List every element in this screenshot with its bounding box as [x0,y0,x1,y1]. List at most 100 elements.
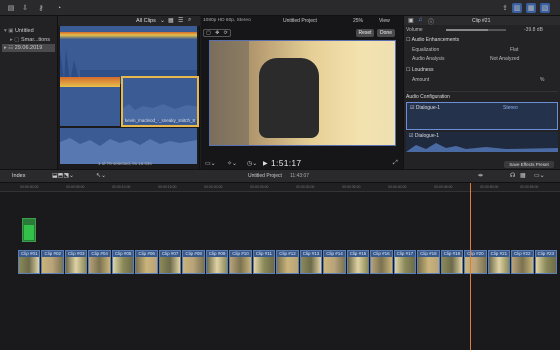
library-toggle-icon[interactable]: ▤ [4,3,18,13]
browser-clip-1[interactable] [60,26,197,84]
timeline-clip-label: Clip #19 [443,251,461,256]
share-icon[interactable]: ⇪ [498,3,512,13]
timeline-clip[interactable]: Clip #23 [534,250,557,274]
timeline-clip[interactable]: Clip #19 [440,250,464,274]
channel-mode-dropdown[interactable]: Stereo [503,105,518,111]
chevron-down-icon[interactable]: ⌄ [160,17,165,24]
channel-config-box[interactable]: ☑ Dialogue-1 Stereo [406,102,558,130]
connected-audio-clip[interactable] [22,218,36,242]
timeline-area[interactable]: Clip #01 Clip #02 Clip #03 Clip #04 Clip #05… [0,183,560,350]
headphones-icon[interactable]: ☊ [510,172,515,179]
equalization-dropdown[interactable]: Flat [510,47,518,53]
connect-clip-icon[interactable]: ⬓⬒⬔⌄ [52,172,74,179]
timeline-clip[interactable]: Clip #18 [417,250,440,274]
viewer-panel: 1080p HD 60p, Stereo Untitled Project 25… [201,16,404,169]
timeline-clip-label: Clip #22 [514,251,531,256]
volume-slider[interactable] [446,29,506,31]
browser-clip-selected[interactable]: kevin_macleod_-_sneaky_snitch_8 [121,76,199,127]
list-view-icon[interactable]: ☰ [178,17,183,24]
timeline-clip[interactable]: Clip #14 [323,250,346,274]
timeline-toggle-icon[interactable]: ▦ [526,3,536,13]
timeline-clip[interactable]: Clip #13 [299,250,323,274]
zoom-dropdown[interactable]: 25% [353,18,363,24]
video-inspector-icon[interactable]: ▣ [408,17,414,24]
timeline-clip-label: Clip #23 [537,251,555,256]
browser-toggle-icon[interactable]: ▥ [512,3,522,13]
timeline-clip[interactable]: Clip #15 [346,250,370,274]
sub-channel-box[interactable]: ☑ Dialogue-1 [406,132,558,152]
index-button[interactable]: Index [12,173,25,179]
timeline-clip[interactable]: Clip #03 [64,250,88,274]
select-tool-icon[interactable]: ↖⌄ [96,172,106,179]
timeline-clip[interactable]: Clip #09 [205,250,229,274]
smart-collections[interactable]: ▸ ▢ Smar...tions [10,37,50,43]
audio-enhancements-header[interactable]: ☐ Audio Enhancements [406,37,558,43]
volume-value[interactable]: -39.8 dB [524,27,543,33]
crop-icon[interactable]: ▢ [206,30,211,36]
amount-value[interactable]: % [540,77,544,83]
audio-inspector-icon[interactable]: ♫ [418,17,423,23]
video-frame[interactable] [209,40,396,146]
playhead[interactable] [470,183,471,350]
clip-filter-dropdown[interactable]: All Clips [136,18,156,24]
clip-thumbnail [300,257,322,273]
library-name[interactable]: ▾ ▣ Untitled [4,28,34,34]
ruler-tick: 00:00:05:00 [66,185,85,189]
timeline-clip[interactable]: Clip #07 [158,250,182,274]
key-icon[interactable]: ⚷ [34,3,48,13]
loudness-header[interactable]: ☐ Loudness [406,67,558,73]
ruler-tick: 00:00:50:00 [480,185,499,189]
browser-clip-4[interactable] [60,128,197,164]
clip-appearance-icon[interactable]: ▦ [520,172,526,179]
timeline-clip[interactable]: Clip #20 [464,250,487,274]
timeline-clip[interactable]: Clip #04 [88,250,111,274]
clip-thumbnail [371,257,392,273]
timeline-clip-label: Clip #12 [279,251,296,256]
move-icon[interactable]: ✥ [215,30,219,36]
timeline-clip-label: Clip #02 [44,251,61,256]
enhance-icon[interactable]: ✧⌄ [227,160,237,167]
save-effects-preset-button[interactable]: Save Effects Preset [504,161,554,168]
info-inspector-icon[interactable]: ⓘ [428,17,434,26]
timeline-clip[interactable]: Clip #05 [111,250,135,274]
clip-thumbnail [535,257,556,273]
reset-button[interactable]: Reset [356,29,374,37]
timeline-clip[interactable]: Clip #08 [182,250,205,274]
timeline-clip[interactable]: Clip #16 [370,250,393,274]
zoom-icon[interactable]: ▭⌄ [534,172,545,179]
timeline-clip[interactable]: Clip #10 [229,250,252,274]
browser-clip-2[interactable] [60,77,120,126]
clip-name-label: kevin_macleod_-_sneaky_snitch_8 [125,118,196,123]
timeline-clip[interactable]: Clip #17 [393,250,417,274]
inspector-toggle-icon[interactable]: ▧ [540,3,550,13]
timeline-clip[interactable]: Clip #11 [252,250,276,274]
speed-icon[interactable]: ◷⌄ [247,160,257,167]
timeline-clip[interactable]: Clip #02 [41,250,64,274]
search-icon[interactable]: ⌕ [188,17,191,24]
view-dropdown[interactable]: View [379,18,390,24]
inspector-tabs: ▣ ♫ ⓘ Clip #21 [404,16,560,26]
timeline-clip[interactable]: Clip #12 [276,250,299,274]
clip-thumbnail [230,257,251,273]
folder-icon: ▸ ▢ [10,37,22,43]
clip-thumbnail [488,257,510,273]
filmstrip-view-icon[interactable]: ▦ [168,17,174,24]
fullscreen-icon[interactable]: ⤢ [393,160,398,167]
skimming-icon[interactable]: ⇹ [478,172,483,179]
event-date-item[interactable]: ▸ ☷ 29.06.2019 [2,44,55,52]
timeline-clip[interactable]: Clip #06 [135,250,158,274]
timeline-clip[interactable]: Clip #01 [18,250,41,274]
timeline-ruler[interactable]: 00:00:00:00 00:00:05:00 00:00:10:00 00:0… [0,183,560,192]
rotate-icon[interactable]: ⟳ [224,30,228,36]
download-icon[interactable]: ⇩ [18,3,32,13]
timeline-clip[interactable]: Clip #22 [511,250,534,274]
done-button[interactable]: Done [377,29,395,37]
transform-tools[interactable]: ▢ ✥ ⟳ [203,29,231,37]
background-tasks-icon[interactable]: ◔ [52,3,66,13]
timeline-clip[interactable]: Clip #21 [487,250,511,274]
play-icon[interactable]: ▶ [263,160,268,167]
amount-row: Amount% [412,77,558,83]
volume-label: Volume [406,27,423,33]
viewer-options-icon[interactable]: ▭⌄ [205,160,216,167]
transform-handles[interactable] [209,40,396,146]
